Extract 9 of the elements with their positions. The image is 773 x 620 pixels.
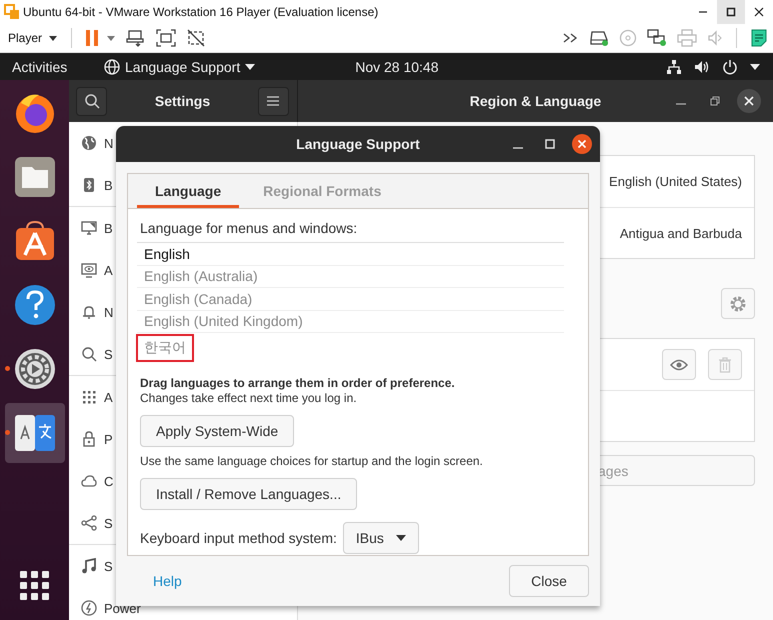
hint-text: Drag languages to arrange them in order of preference.	[140, 376, 456, 390]
dialog-title: Language Support	[296, 136, 420, 152]
panel-title: Region & Language	[470, 93, 602, 109]
note-text: Use the same language choices for startup and the login screen.	[140, 454, 484, 468]
field-label: Keyboard input method system:	[140, 530, 337, 546]
window-title: Ubuntu 64-bit - VMware Workstation 16 Player (Evaluation license)	[23, 5, 380, 19]
window-title: Settings	[154, 93, 210, 109]
list-label: Language for menus and windows:	[140, 220, 358, 237]
note-text: Changes take effect next time you log in.	[140, 391, 358, 405]
